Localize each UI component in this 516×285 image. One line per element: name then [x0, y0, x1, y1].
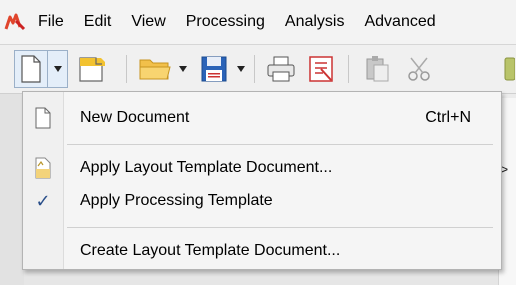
menu-item-create-layout-template[interactable]: Create Layout Template Document...: [23, 234, 501, 268]
toolbar-overflow-item[interactable]: [500, 45, 516, 93]
app-logo-icon: [4, 11, 26, 33]
menu-analysis[interactable]: Analysis: [275, 0, 355, 44]
menu-bar: File Edit View Processing Analysis Advan…: [0, 0, 516, 45]
menu-edit[interactable]: Edit: [74, 0, 122, 44]
menu-file[interactable]: File: [28, 0, 74, 44]
left-panel: [0, 94, 24, 285]
open-dropdown-button[interactable]: [176, 45, 190, 93]
dropdown-arrow-icon: [53, 66, 62, 72]
new-document-dropdown-button[interactable]: [48, 50, 68, 88]
cut-button[interactable]: [400, 45, 438, 93]
new-document-icon: [21, 55, 41, 83]
checkmark-icon: ✓: [35, 190, 51, 211]
dropdown-arrow-icon: [237, 66, 245, 72]
save-button[interactable]: [194, 45, 234, 93]
menu-item-label: New Document: [80, 109, 190, 126]
menu-separator: [67, 144, 493, 145]
new-layout-button[interactable]: [72, 45, 112, 93]
right-panel-tab[interactable]: >: [500, 160, 514, 178]
paste-button[interactable]: [358, 45, 396, 93]
toolbar: [0, 45, 516, 94]
menu-item-label: Apply Processing Template: [80, 192, 273, 209]
save-icon: [201, 56, 227, 82]
paste-icon: [366, 56, 389, 82]
menu-item-apply-layout-template[interactable]: Apply Layout Template Document...: [23, 151, 501, 185]
menu-item-label: Create Layout Template Document...: [80, 242, 341, 259]
dropdown-arrow-icon: [179, 66, 187, 72]
open-folder-icon: [139, 59, 171, 80]
pdf-export-icon: [309, 56, 333, 82]
menu-item-label: Apply Layout Template Document...: [80, 159, 333, 176]
menu-item-shortcut: Ctrl+N: [425, 109, 471, 126]
toolbar-separator: [126, 55, 127, 83]
cut-icon: [408, 57, 430, 81]
pdf-export-button[interactable]: [302, 45, 340, 93]
open-button[interactable]: [134, 45, 176, 93]
menu-processing[interactable]: Processing: [176, 0, 275, 44]
menu-separator: [67, 227, 493, 228]
print-icon: [267, 56, 295, 82]
partial-icon: [504, 57, 515, 81]
save-dropdown-button[interactable]: [234, 45, 248, 93]
print-button[interactable]: [262, 45, 300, 93]
document-icon: [31, 106, 55, 130]
menu-advanced[interactable]: Advanced: [354, 0, 445, 44]
toolbar-separator: [348, 55, 349, 83]
new-document-menu: New Document Ctrl+N Apply Layout Templat…: [22, 91, 502, 270]
layout-template-icon: [31, 156, 55, 180]
new-document-button[interactable]: [14, 50, 48, 88]
bottom-strip: [24, 268, 498, 285]
toolbar-separator: [254, 55, 255, 83]
menu-item-apply-processing-template[interactable]: ✓ Apply Processing Template: [23, 184, 501, 218]
new-layout-icon: [79, 57, 105, 82]
menu-item-new-document[interactable]: New Document Ctrl+N: [23, 101, 501, 135]
menu-view[interactable]: View: [121, 0, 175, 44]
